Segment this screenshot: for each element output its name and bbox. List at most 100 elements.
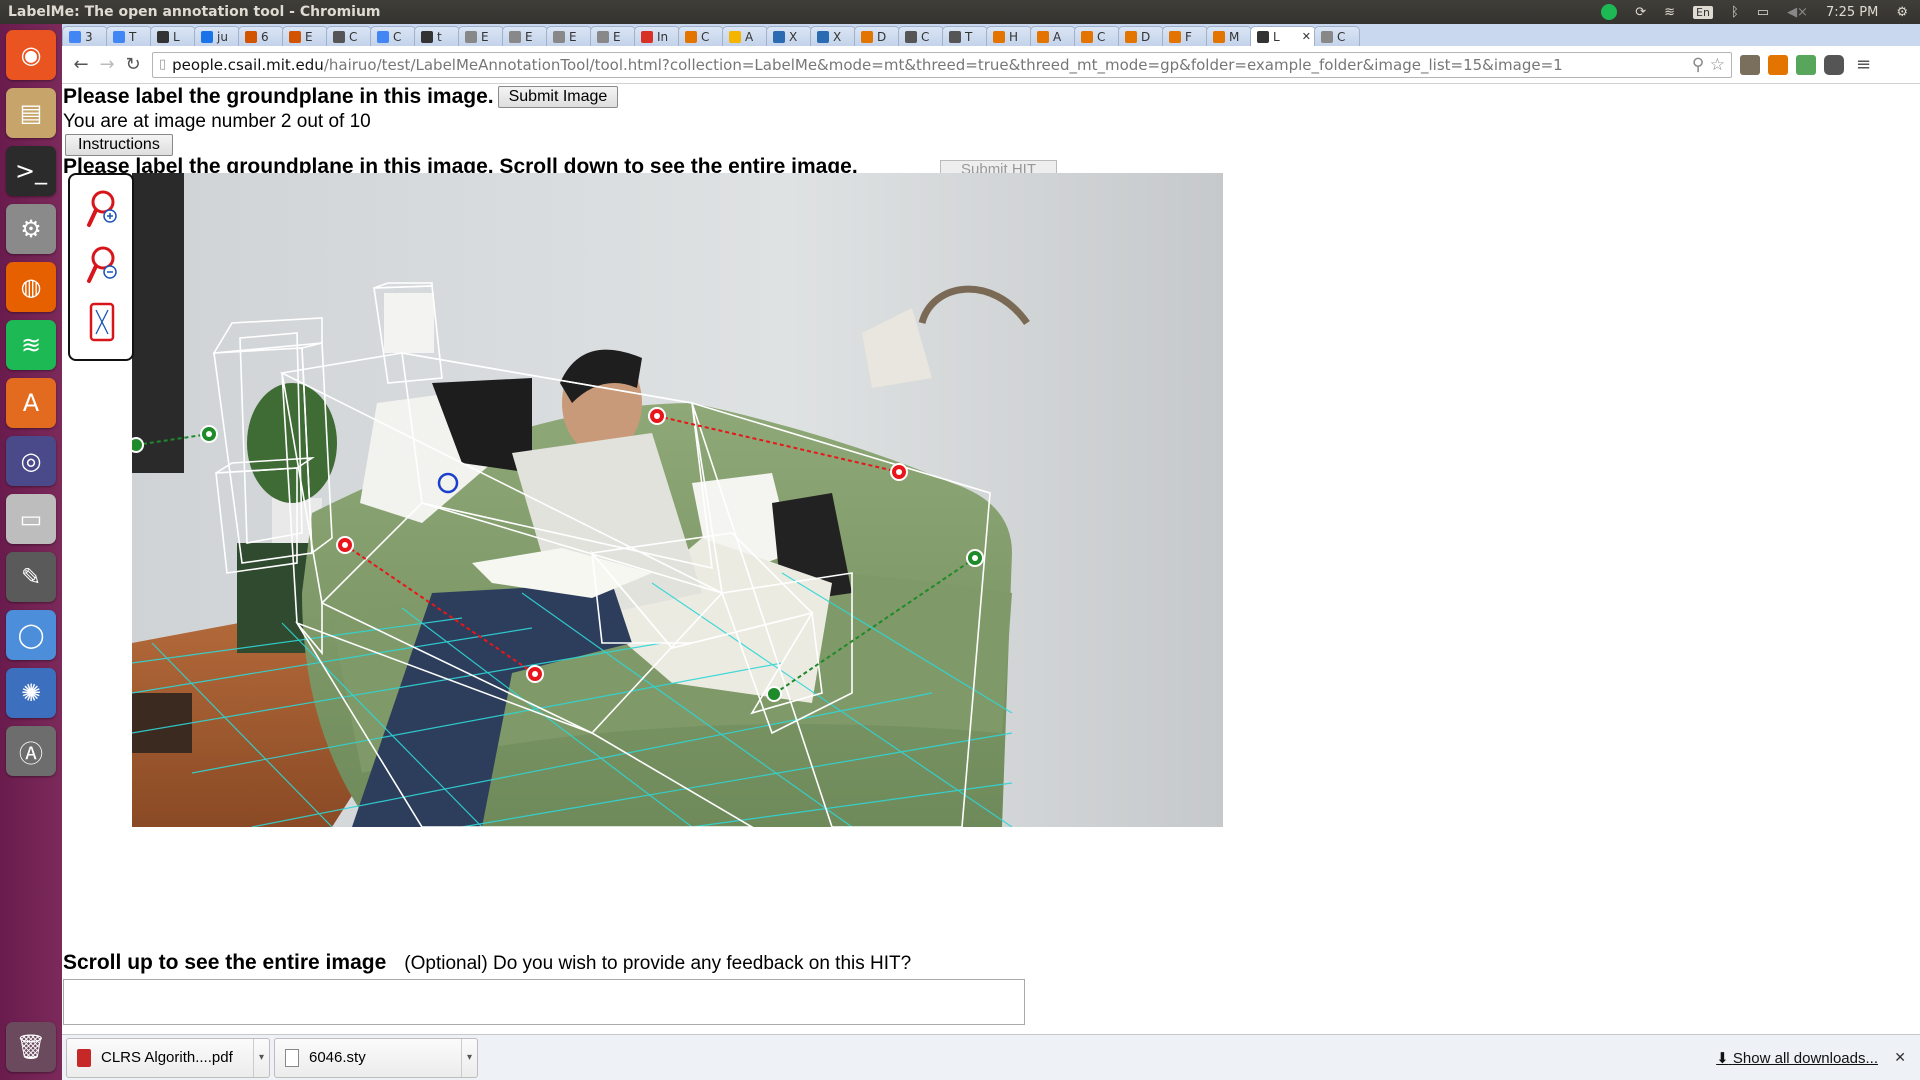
browser-tab[interactable]: E <box>502 26 548 46</box>
terminal-icon[interactable]: >_ <box>6 146 56 196</box>
browser-tab[interactable]: C <box>1074 26 1120 46</box>
browser-tab[interactable]: C <box>898 26 944 46</box>
browser-tab[interactable]: L <box>150 26 196 46</box>
green-control-point[interactable] <box>200 425 218 443</box>
keyboard-layout[interactable]: En <box>1693 5 1713 19</box>
download-item-pdf[interactable]: CLRS Algorith....pdf ▾ <box>66 1037 270 1078</box>
address-bar[interactable]: ▯ people.csail.mit.edu/hairuo/test/Label… <box>152 51 1732 78</box>
bluetooth-icon[interactable]: ᛒ <box>1731 5 1739 20</box>
instructions-button[interactable]: Instructions <box>65 134 173 156</box>
browser-tab[interactable]: F <box>1162 26 1208 46</box>
green-control-point[interactable] <box>966 549 984 567</box>
bookmark-star-icon[interactable]: ⚲ ☆ <box>1692 55 1731 75</box>
chrome-menu-icon[interactable]: ≡ <box>1856 54 1871 75</box>
browser-tab[interactable]: ju <box>194 26 240 46</box>
browser-tab[interactable]: In <box>634 26 680 46</box>
clock[interactable]: 7:25 PM <box>1826 5 1878 20</box>
browser-tab[interactable]: E <box>282 26 328 46</box>
reload-icon[interactable]: ↻ <box>120 54 146 75</box>
back-arrow-icon[interactable]: ← <box>68 54 94 75</box>
zoom-in-icon[interactable] <box>86 189 118 231</box>
annotation-canvas[interactable] <box>132 173 1223 827</box>
browser-tab[interactable]: T <box>942 26 988 46</box>
red-control-point[interactable] <box>890 463 908 481</box>
ubuntu-dash-icon[interactable]: ◉ <box>6 30 56 80</box>
tab-label: E <box>613 29 621 44</box>
feedback-textarea[interactable] <box>63 979 1025 1025</box>
browser-tab[interactable]: D <box>854 26 900 46</box>
system-settings-icon[interactable]: ⚙ <box>6 204 56 254</box>
extension-icon[interactable] <box>1740 54 1760 75</box>
browser-tab[interactable]: X <box>810 26 856 46</box>
tab-favicon-icon <box>245 30 257 43</box>
red-control-point[interactable] <box>526 665 544 683</box>
show-all-downloads-label: Show all downloads... <box>1732 1049 1878 1067</box>
browser-tab[interactable]: T <box>106 26 152 46</box>
power-gear-icon[interactable]: ⚙ <box>1896 5 1908 20</box>
files-icon[interactable]: ▤ <box>6 88 56 138</box>
tab-label: A <box>745 29 754 44</box>
browser-tab[interactable]: D <box>1118 26 1164 46</box>
download-filename: 6046.sty <box>309 1049 366 1066</box>
show-all-downloads-link[interactable]: ⬇ Show all downloads... <box>1716 1049 1878 1067</box>
wifi-icon[interactable]: ≋ <box>1664 5 1675 20</box>
browser-tab[interactable]: L ✕ <box>1250 26 1316 46</box>
browser-tab[interactable]: E <box>590 26 636 46</box>
pocket-icon[interactable] <box>1824 54 1844 75</box>
browser-tab[interactable]: C <box>370 26 416 46</box>
battery-icon[interactable]: ▭ <box>1757 5 1769 20</box>
extension-green-icon[interactable] <box>1796 54 1816 75</box>
browser-tab[interactable]: M <box>1206 26 1252 46</box>
tab-favicon-icon <box>113 30 125 43</box>
zoom-out-icon[interactable] <box>86 245 118 287</box>
download-item-sty[interactable]: 6046.sty ▾ <box>274 1037 478 1078</box>
browser-tab[interactable]: H <box>986 26 1032 46</box>
browser-tab[interactable]: C <box>1314 26 1360 46</box>
heading-2: Please label the groundplane in this ima… <box>63 155 858 175</box>
firefox-icon[interactable]: ◍ <box>6 262 56 312</box>
tab-label: t <box>437 29 442 44</box>
browser-tab[interactable]: A <box>722 26 768 46</box>
software-center-icon[interactable]: A <box>6 378 56 428</box>
submit-image-button[interactable]: Submit Image <box>497 86 619 108</box>
red-control-point[interactable] <box>648 407 666 425</box>
download-menu-caret-icon[interactable]: ▾ <box>253 1038 269 1077</box>
volume-icon[interactable]: ◀× <box>1787 5 1808 20</box>
tab-label: H <box>1009 29 1019 44</box>
extension-k-icon[interactable] <box>1768 54 1788 75</box>
browser-tab[interactable]: C <box>678 26 724 46</box>
tab-favicon-icon <box>641 30 653 43</box>
browser-tab[interactable]: A <box>1030 26 1076 46</box>
browser-tab[interactable]: X <box>766 26 812 46</box>
text-editor-icon[interactable]: ✎ <box>6 552 56 602</box>
fit-to-screen-icon[interactable] <box>86 301 118 343</box>
spotify-icon[interactable]: ≋ <box>6 320 56 370</box>
green-control-point[interactable] <box>132 437 144 453</box>
red-control-point[interactable] <box>336 536 354 554</box>
shotwell-icon[interactable]: ✺ <box>6 668 56 718</box>
trash-icon[interactable]: 🗑 <box>6 1022 56 1072</box>
plant-leaves <box>247 383 337 503</box>
browser-tab[interactable]: E <box>458 26 504 46</box>
tab-label: C <box>1337 29 1346 44</box>
chromium-icon[interactable]: ◯ <box>6 610 56 660</box>
browser-tab[interactable]: 6 <box>238 26 284 46</box>
browser-tab[interactable]: t <box>414 26 460 46</box>
browser-tab[interactable]: C <box>326 26 372 46</box>
update-manager-icon[interactable]: Ⓐ <box>6 726 56 776</box>
scroll-up-text: Scroll up to see the entire image <box>63 951 387 974</box>
url-path: /hairuo/test/LabelMeAnnotationTool/tool.… <box>323 55 1563 74</box>
tab-favicon-icon <box>773 30 785 43</box>
close-shelf-icon[interactable]: ✕ <box>1894 1050 1906 1066</box>
browser-tab[interactable]: E <box>546 26 592 46</box>
spotify-indicator-icon[interactable] <box>1601 4 1618 20</box>
download-menu-caret-icon[interactable]: ▾ <box>461 1038 477 1077</box>
green-control-point[interactable] <box>766 686 782 702</box>
disk-icon[interactable]: ▭ <box>6 494 56 544</box>
browser-tab[interactable]: 3 <box>62 26 108 46</box>
unity-tweak-icon[interactable]: ◎ <box>6 436 56 486</box>
forward-arrow-icon[interactable]: → <box>94 54 120 75</box>
tab-label: E <box>481 29 489 44</box>
sync-icon[interactable]: ⟳ <box>1635 5 1646 20</box>
download-arrow-icon: ⬇ <box>1716 1049 1729 1067</box>
